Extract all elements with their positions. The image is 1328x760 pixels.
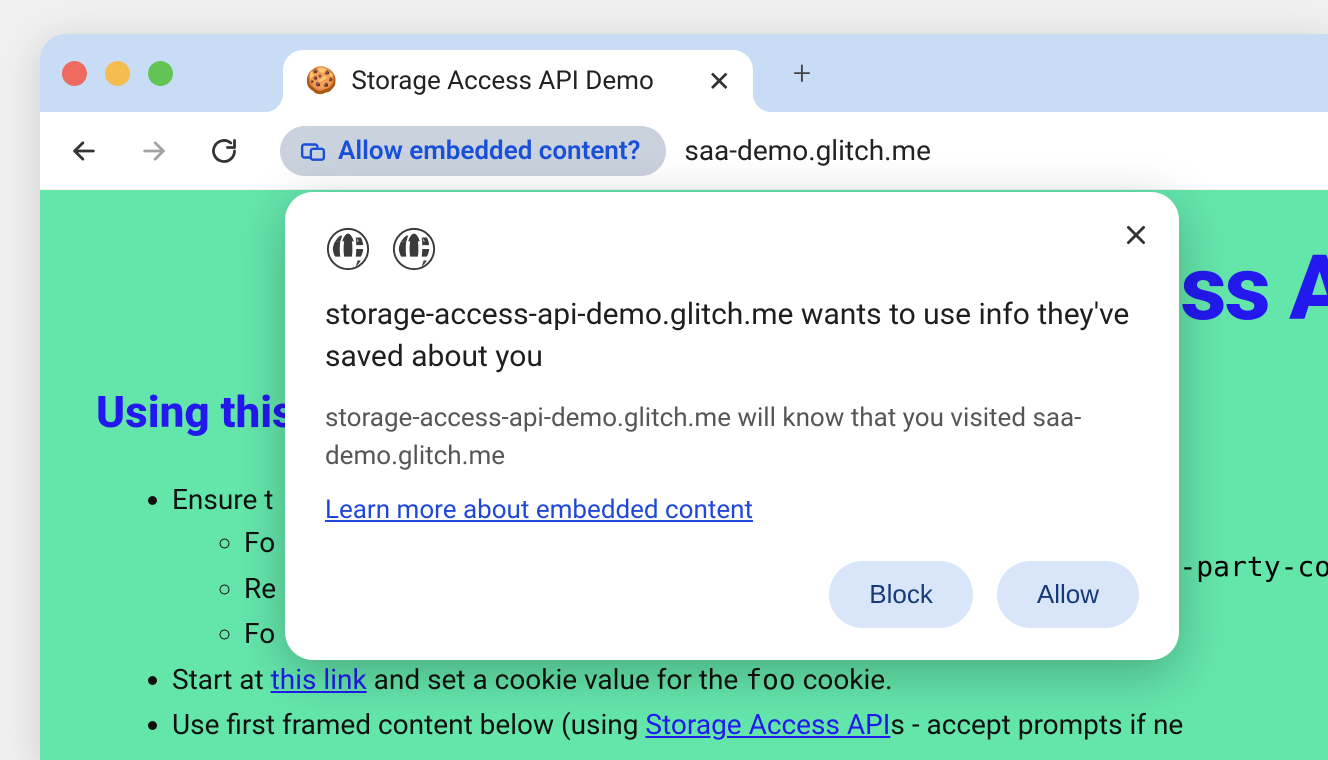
page-title-fragment: ss A: [1180, 236, 1328, 341]
embed-permission-icon: [300, 138, 326, 164]
window-close-button[interactable]: [62, 61, 87, 86]
arrow-left-icon: [70, 137, 98, 165]
window-minimize-button[interactable]: [105, 61, 130, 86]
learn-more-link[interactable]: Learn more about embedded content: [325, 495, 753, 525]
window-controls: [62, 61, 173, 86]
globe-icon: [391, 226, 437, 276]
back-button[interactable]: [62, 129, 106, 173]
tab-favicon-cookie-icon: 🍪: [305, 66, 337, 96]
block-button[interactable]: Block: [829, 561, 973, 628]
tab-strip: 🍪 Storage Access API Demo ✕ +: [40, 34, 1328, 112]
tab-title: Storage Access API Demo: [351, 66, 693, 96]
this-link[interactable]: this link: [271, 663, 367, 696]
toolbar: Allow embedded content? saa-demo.glitch.…: [40, 112, 1328, 190]
popover-close-button[interactable]: [1123, 222, 1149, 252]
permission-popover: storage-access-api-demo.glitch.me wants …: [285, 192, 1179, 660]
storage-access-api-link[interactable]: Storage Access API: [645, 708, 890, 741]
close-icon: [1123, 222, 1149, 248]
window-fullscreen-button[interactable]: [148, 61, 173, 86]
popover-title: storage-access-api-demo.glitch.me wants …: [325, 294, 1139, 378]
popover-description: storage-access-api-demo.glitch.me will k…: [325, 400, 1139, 475]
list-item: Use first framed content below (using St…: [172, 703, 1272, 746]
forward-button[interactable]: [132, 129, 176, 173]
browser-tab[interactable]: 🍪 Storage Access API Demo ✕: [283, 50, 753, 112]
address-bar[interactable]: Allow embedded content? saa-demo.glitch.…: [280, 126, 1306, 176]
popover-actions: Block Allow: [325, 561, 1139, 628]
arrow-right-icon: [140, 137, 168, 165]
popover-site-icons: [325, 226, 1139, 276]
list-item: Start at this link and set a cookie valu…: [172, 658, 1272, 701]
permission-chip[interactable]: Allow embedded content?: [280, 126, 666, 176]
tab-close-icon[interactable]: ✕: [708, 65, 731, 98]
permission-chip-label: Allow embedded content?: [338, 136, 640, 166]
reload-button[interactable]: [202, 129, 246, 173]
url-text: saa-demo.glitch.me: [684, 134, 931, 167]
page-code-fragment: -party-coo: [1179, 550, 1328, 583]
reload-icon: [210, 137, 238, 165]
allow-button[interactable]: Allow: [997, 561, 1139, 628]
globe-icon: [325, 226, 371, 276]
new-tab-button[interactable]: +: [793, 54, 811, 92]
